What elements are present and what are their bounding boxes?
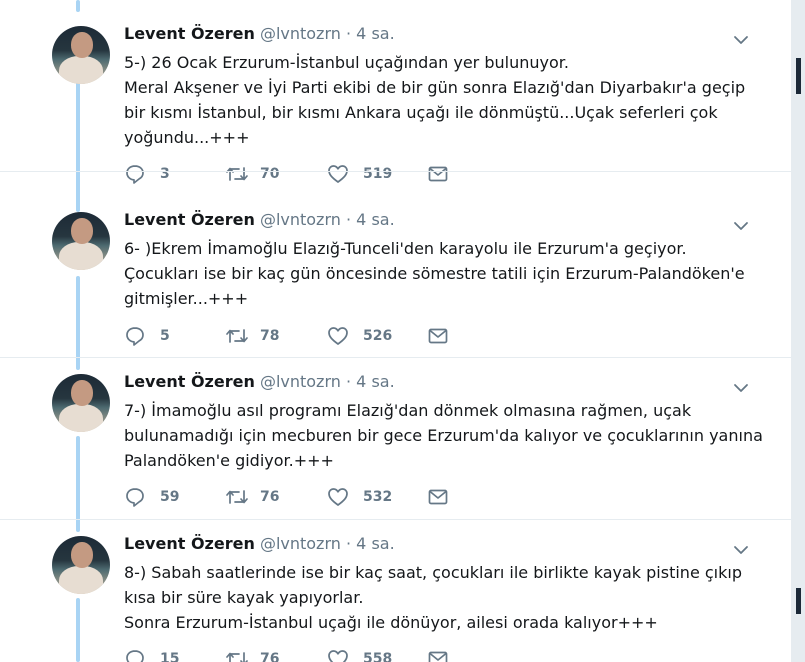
separator-dot: · xyxy=(345,210,352,229)
like-count: 532 xyxy=(363,489,393,505)
chevron-down-icon[interactable] xyxy=(733,380,749,396)
like-button[interactable]: 519 xyxy=(327,163,392,185)
retweet-count: 76 xyxy=(260,489,280,505)
tweet-divider xyxy=(0,171,791,172)
author-handle[interactable]: @lvntozrn xyxy=(260,24,341,43)
reply-button[interactable]: 5 xyxy=(124,325,170,347)
author-name[interactable]: Levent Özeren xyxy=(124,210,255,229)
tweet-text: 8-) Sabah saatlerinde ise bir kaç saat, … xyxy=(124,563,742,632)
avatar[interactable] xyxy=(52,536,110,594)
reply-count: 59 xyxy=(160,489,180,505)
retweet-arrows-icon xyxy=(224,648,250,662)
tweet[interactable]: Levent Özeren @lvntozrn · 4 sa. 7-) İmam… xyxy=(0,358,791,520)
retweet-button[interactable]: 78 xyxy=(224,325,279,347)
envelope-icon xyxy=(427,325,449,347)
retweet-arrows-icon xyxy=(224,486,250,508)
like-button[interactable]: 532 xyxy=(327,486,392,508)
avatar[interactable] xyxy=(52,212,110,270)
retweet-button[interactable]: 76 xyxy=(224,486,279,508)
heart-icon xyxy=(327,325,349,347)
tweet-header: Levent Özeren @lvntozrn · 4 sa. xyxy=(124,534,395,553)
author-handle[interactable]: @lvntozrn xyxy=(260,210,341,229)
tweet-timestamp[interactable]: 4 sa. xyxy=(356,372,395,391)
retweet-arrows-icon xyxy=(224,325,250,347)
timeline-panel: Levent Özeren @lvntozrn · 4 sa. 5-) 26 O… xyxy=(0,0,791,662)
chevron-down-icon[interactable] xyxy=(733,542,749,558)
speech-bubble-icon xyxy=(124,163,146,185)
tweet[interactable]: Levent Özeren @lvntozrn · 4 sa. 5-) 26 O… xyxy=(0,10,791,184)
author-handle[interactable]: @lvntozrn xyxy=(260,372,341,391)
retweet-count: 76 xyxy=(260,651,280,662)
scrollbar-track-mark xyxy=(796,58,801,94)
direct-message-button[interactable] xyxy=(427,163,449,185)
like-count: 519 xyxy=(363,166,393,182)
tweet-header: Levent Özeren @lvntozrn · 4 sa. xyxy=(124,210,395,229)
tweet-text: 5-) 26 Ocak Erzurum-İstanbul uçağından y… xyxy=(124,53,746,147)
tweet[interactable]: Levent Özeren @lvntozrn · 4 sa. 6- )Ekre… xyxy=(0,196,791,358)
tweet[interactable]: Levent Özeren @lvntozrn · 4 sa. 8-) Saba… xyxy=(0,520,791,662)
separator-dot: · xyxy=(345,372,352,391)
heart-icon xyxy=(327,486,349,508)
retweet-count: 78 xyxy=(260,328,280,344)
author-handle[interactable]: @lvntozrn xyxy=(260,534,341,553)
like-button[interactable]: 526 xyxy=(327,325,392,347)
reply-button[interactable]: 3 xyxy=(124,163,170,185)
envelope-icon xyxy=(427,486,449,508)
tweet-header: Levent Özeren @lvntozrn · 4 sa. xyxy=(124,372,395,391)
tweet-timestamp[interactable]: 4 sa. xyxy=(356,210,395,229)
reply-button[interactable]: 15 xyxy=(124,648,179,662)
chevron-down-icon[interactable] xyxy=(733,32,749,48)
direct-message-button[interactable] xyxy=(427,648,449,662)
page-background-strip xyxy=(791,0,805,662)
reply-count: 5 xyxy=(160,328,170,344)
avatar[interactable] xyxy=(52,26,110,84)
author-name[interactable]: Levent Özeren xyxy=(124,534,255,553)
reply-count: 15 xyxy=(160,651,180,662)
like-count: 526 xyxy=(363,328,393,344)
direct-message-button[interactable] xyxy=(427,325,449,347)
reply-count: 3 xyxy=(160,166,170,182)
tweet-timestamp[interactable]: 4 sa. xyxy=(356,534,395,553)
direct-message-button[interactable] xyxy=(427,486,449,508)
tweet-timestamp[interactable]: 4 sa. xyxy=(356,24,395,43)
envelope-icon xyxy=(427,163,449,185)
tweet-header: Levent Özeren @lvntozrn · 4 sa. xyxy=(124,24,395,43)
author-name[interactable]: Levent Özeren xyxy=(124,24,255,43)
speech-bubble-icon xyxy=(124,486,146,508)
envelope-icon xyxy=(427,648,449,662)
tweet-text: 7-) İmamoğlu asıl programı Elazığ'dan dö… xyxy=(124,401,763,470)
reply-button[interactable]: 59 xyxy=(124,486,179,508)
separator-dot: · xyxy=(345,24,352,43)
avatar[interactable] xyxy=(52,374,110,432)
retweet-button[interactable]: 70 xyxy=(224,163,279,185)
scrollbar-track-mark xyxy=(796,588,801,614)
heart-icon xyxy=(327,163,349,185)
retweet-button[interactable]: 76 xyxy=(224,648,279,662)
retweet-arrows-icon xyxy=(224,163,250,185)
speech-bubble-icon xyxy=(124,325,146,347)
separator-dot: · xyxy=(345,534,352,553)
speech-bubble-icon xyxy=(124,648,146,662)
heart-icon xyxy=(327,648,349,662)
like-count: 558 xyxy=(363,651,393,662)
like-button[interactable]: 558 xyxy=(327,648,392,662)
tweet-text: 6- )Ekrem İmamoğlu Elazığ-Tunceli'den ka… xyxy=(124,239,745,308)
chevron-down-icon[interactable] xyxy=(733,218,749,234)
author-name[interactable]: Levent Özeren xyxy=(124,372,255,391)
retweet-count: 70 xyxy=(260,166,280,182)
